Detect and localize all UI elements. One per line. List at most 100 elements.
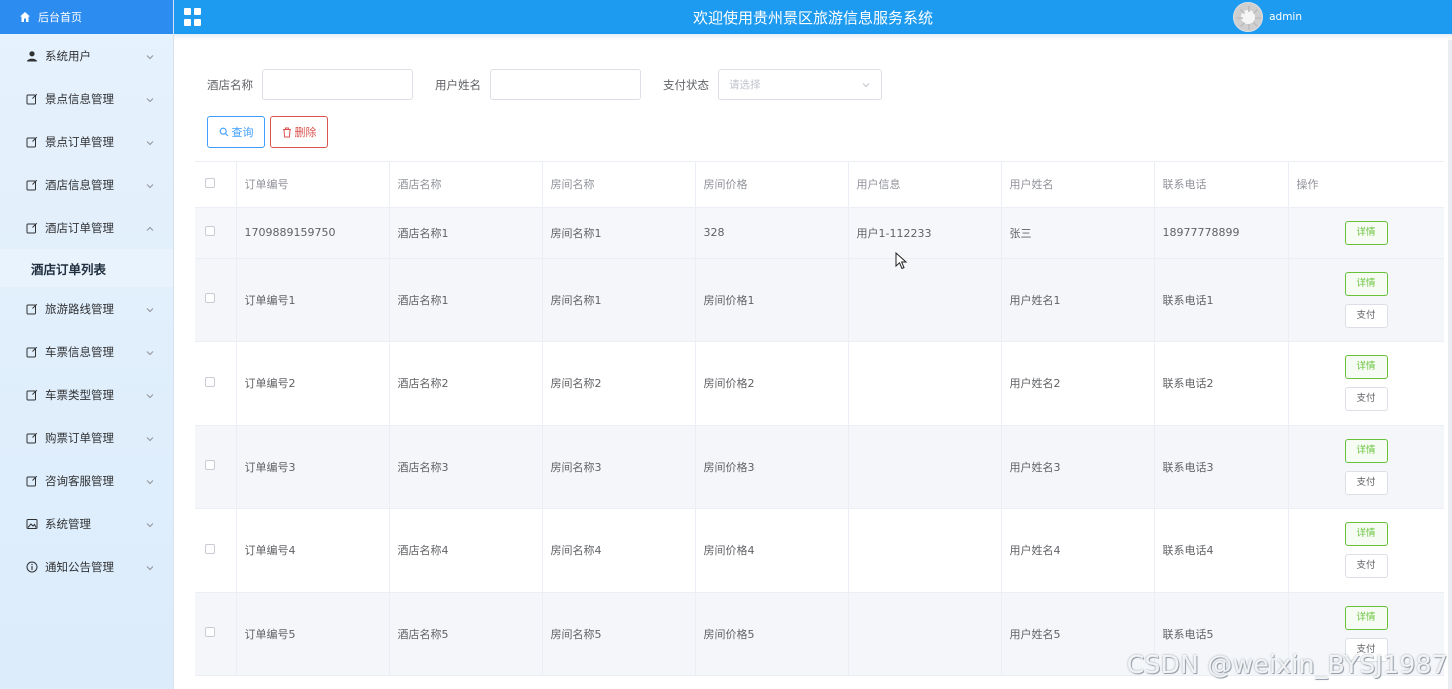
sidebar-item-10[interactable]: 系统管理: [0, 502, 173, 545]
cell-room-name: 房间名称3: [542, 425, 696, 509]
mouse-cursor-icon: [895, 252, 908, 270]
table-row[interactable]: 订单编号2 酒店名称2 房间名称2 房间价格2 用户姓名2 联系电话2 详情 支付: [195, 341, 1444, 426]
watermark: CSDN @weixin_BYSJ1987: [1126, 650, 1448, 679]
header-phone: 联系电话: [1154, 162, 1289, 208]
sidebar-item-11[interactable]: 通知公告管理: [0, 545, 173, 588]
sidebar-item-1[interactable]: 景点信息管理: [0, 77, 173, 120]
sidebar-item-0[interactable]: 系统用户: [0, 34, 173, 77]
hotel-name-input[interactable]: [262, 69, 413, 100]
cell-room-price: 房间价格5: [695, 592, 849, 676]
orders-table: 订单编号 酒店名称 房间名称 房间价格 用户信息 用户姓名 联系电话 操作 17…: [195, 161, 1444, 689]
row-checkbox-cell[interactable]: [195, 508, 237, 593]
cell-user-name: 用户姓名1: [1001, 258, 1155, 342]
sidebar-item-4[interactable]: 酒店订单管理: [0, 206, 173, 249]
cell-phone: 18977778899: [1154, 207, 1289, 259]
user-name-input[interactable]: [490, 69, 641, 100]
cell-room-price: 房间价格2: [695, 341, 849, 426]
header-operations: 操作: [1288, 162, 1444, 208]
delete-button-label: 删除: [294, 126, 317, 139]
sidebar-item-7[interactable]: 车票类型管理: [0, 373, 173, 416]
username: admin: [1269, 11, 1302, 23]
detail-button[interactable]: 详情: [1344, 605, 1388, 630]
submenu-item-hotel-order-list[interactable]: 酒店订单列表: [0, 249, 173, 287]
detail-button[interactable]: 详情: [1344, 220, 1388, 245]
edit-icon: [25, 92, 39, 106]
cell-operations: 详情 支付: [1288, 258, 1444, 342]
cell-order-no: 订单编号5: [236, 592, 390, 676]
row-checkbox[interactable]: [205, 627, 215, 638]
row-checkbox-cell[interactable]: [195, 592, 237, 676]
sidebar-home[interactable]: 后台首页: [0, 0, 173, 34]
cell-user-name: 用户姓名3: [1001, 425, 1155, 509]
pay-status-select[interactable]: 请选择: [718, 69, 882, 100]
cell-room-price: 房间价格4: [695, 508, 849, 593]
loading-avatar-icon: [1237, 6, 1262, 30]
row-checkbox-cell[interactable]: [195, 258, 237, 342]
sidebar-item-label: 酒店信息管理: [45, 177, 114, 192]
cell-phone: 联系电话1: [1154, 258, 1289, 342]
row-checkbox[interactable]: [205, 376, 215, 387]
cell-hotel-name: 酒店名称5: [389, 592, 543, 676]
chevron-down-icon: [145, 304, 155, 314]
cell-operations: 详情 支付: [1288, 508, 1444, 593]
row-checkbox-cell[interactable]: [195, 425, 237, 509]
delete-button[interactable]: 删除: [270, 116, 328, 148]
cell-room-price: 房间价格1: [695, 258, 849, 342]
row-checkbox[interactable]: [205, 293, 215, 304]
sidebar-item-label: 车票类型管理: [45, 387, 114, 402]
select-all-checkbox-cell[interactable]: [195, 162, 237, 208]
cell-user-info: [848, 425, 1002, 509]
edit-icon: [25, 178, 39, 192]
pay-button[interactable]: 支付: [1344, 303, 1388, 328]
user-name-label: 用户姓名: [435, 77, 481, 92]
edit-icon: [25, 221, 39, 235]
row-checkbox-cell[interactable]: [195, 341, 237, 426]
pay-status-label: 支付状态: [663, 77, 709, 92]
detail-button[interactable]: 详情: [1344, 271, 1388, 296]
row-checkbox[interactable]: [205, 460, 215, 471]
topbar-shadow: [174, 34, 1452, 40]
cell-user-name: 用户姓名4: [1001, 508, 1155, 593]
sidebar-item-5[interactable]: 旅游路线管理: [0, 287, 173, 330]
sidebar-item-9[interactable]: 咨询客服管理: [0, 459, 173, 502]
table-row[interactable]: 订单编号4 酒店名称4 房间名称4 房间价格4 用户姓名4 联系电话4 详情 支付: [195, 508, 1444, 593]
sidebar-item-label: 系统用户: [45, 48, 91, 63]
cell-operations: 详情: [1288, 207, 1444, 259]
table-row[interactable]: 订单编号3 酒店名称3 房间名称3 房间价格3 用户姓名3 联系电话3 详情 支付: [195, 425, 1444, 509]
action-buttons: 查询 删除: [207, 116, 328, 148]
cell-order-no: 订单编号2: [236, 341, 390, 426]
cell-phone: 联系电话3: [1154, 425, 1289, 509]
sidebar-item-2[interactable]: 景点订单管理: [0, 120, 173, 163]
table-row[interactable]: 1709889159750 酒店名称1 房间名称1 328 用户1-112233 张三 18…: [195, 207, 1444, 259]
search-filters: 酒店名称 用户姓名 支付状态 请选择: [207, 69, 882, 100]
chevron-down-icon: [145, 137, 155, 147]
sidebar-item-3[interactable]: 酒店信息管理: [0, 163, 173, 206]
cell-user-name: 张三: [1001, 207, 1155, 259]
row-checkbox[interactable]: [205, 226, 215, 236]
header-order-no: 订单编号: [236, 162, 390, 208]
detail-button[interactable]: 详情: [1344, 522, 1388, 547]
sidebar-item-label: 旅游路线管理: [45, 301, 114, 316]
scrollbar-track[interactable]: [1448, 40, 1452, 689]
row-checkbox-cell[interactable]: [195, 207, 237, 259]
pay-button[interactable]: 支付: [1344, 554, 1388, 579]
table-row[interactable]: 订单编号1 酒店名称1 房间名称1 房间价格1 用户姓名1 联系电话1 详情 支付: [195, 258, 1444, 342]
chevron-down-icon: [145, 51, 155, 61]
sidebar-item-6[interactable]: 车票信息管理: [0, 330, 173, 373]
row-checkbox[interactable]: [205, 543, 215, 554]
pay-button[interactable]: 支付: [1344, 387, 1388, 412]
user-menu[interactable]: admin: [1233, 0, 1302, 34]
query-button[interactable]: 查询: [207, 116, 265, 148]
sidebar-menu: 系统用户景点信息管理 景点订单管理酒店信息管理酒店订单管理 酒店订单列表旅游路线管理…: [0, 34, 173, 588]
apps-grid-icon[interactable]: [184, 8, 202, 26]
detail-button[interactable]: 详情: [1344, 438, 1388, 463]
header-hotel-name: 酒店名称: [389, 162, 543, 208]
select-all-checkbox[interactable]: [205, 177, 215, 188]
sidebar-item-label: 购票订单管理: [45, 430, 114, 445]
chevron-down-icon: [862, 82, 870, 87]
sidebar-item-8[interactable]: 购票订单管理: [0, 416, 173, 459]
chevron-down-icon: [145, 476, 155, 486]
detail-button[interactable]: 详情: [1344, 355, 1388, 380]
pay-button[interactable]: 支付: [1344, 470, 1388, 495]
avatar[interactable]: [1233, 2, 1264, 32]
